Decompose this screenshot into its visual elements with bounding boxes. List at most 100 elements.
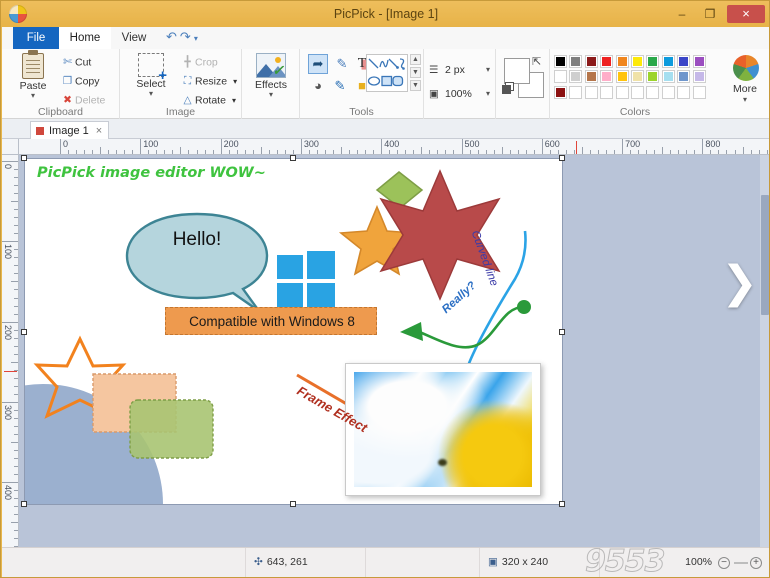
resize-handle-sw[interactable] xyxy=(21,501,27,507)
zoom-slider[interactable] xyxy=(734,562,748,564)
color-swatch[interactable] xyxy=(569,86,582,99)
tab-home[interactable]: Home xyxy=(59,27,111,49)
close-icon[interactable]: × xyxy=(96,125,102,137)
canvas-work-area[interactable]: PicPick image editor WOW~ Hello! Compati… xyxy=(19,155,770,547)
window-title: PicPick - [Image 1] xyxy=(1,1,770,27)
color-swatch[interactable] xyxy=(646,70,659,83)
layers-icon[interactable] xyxy=(502,85,511,94)
more-colors-caret-icon[interactable]: ▾ xyxy=(720,95,770,104)
color-swatch[interactable] xyxy=(693,70,706,83)
ruler-tick xyxy=(590,150,591,154)
color-swatch[interactable] xyxy=(600,70,613,83)
undo-icon[interactable]: ↶ xyxy=(166,29,180,44)
resize-handle-n[interactable] xyxy=(290,155,296,161)
tab-view[interactable]: View xyxy=(111,27,157,49)
zoom-in-button[interactable]: + xyxy=(750,557,762,569)
color-wheel-icon[interactable] xyxy=(733,55,759,81)
effects-button[interactable]: ✓ Effects ▾ xyxy=(246,53,296,98)
ruler-tick xyxy=(261,147,262,154)
color-swatch[interactable] xyxy=(569,70,582,83)
color-swatch[interactable] xyxy=(554,55,567,68)
color-swatch[interactable] xyxy=(662,86,675,99)
color-swatch-fill xyxy=(617,87,628,98)
color-swatch[interactable] xyxy=(662,55,675,68)
color-swatch[interactable] xyxy=(600,55,613,68)
resize-handle-e[interactable] xyxy=(559,329,565,335)
ribbon-group-more-colors: More ▾ xyxy=(720,49,770,119)
ruler-tick xyxy=(638,150,639,154)
ruler-tick xyxy=(108,150,109,154)
resize-handle-se[interactable] xyxy=(559,501,565,507)
color-swatch[interactable] xyxy=(677,70,690,83)
ribbon-group-colors: Colors xyxy=(550,49,720,119)
color-swatch[interactable] xyxy=(585,55,598,68)
color-swatch[interactable] xyxy=(600,86,613,99)
color-swatch[interactable] xyxy=(616,70,629,83)
color-swatch[interactable] xyxy=(585,86,598,99)
copy-button[interactable]: ❐Copy xyxy=(60,73,100,90)
opacity-control[interactable]: ▣100% ▾ xyxy=(429,85,472,103)
color-swatch[interactable] xyxy=(631,86,644,99)
canvas-vertical-scrollbar[interactable] xyxy=(760,155,770,547)
resize-button[interactable]: ⛶Resize▾ xyxy=(180,73,237,90)
scrollbar-thumb[interactable] xyxy=(761,195,769,315)
select-button[interactable]: Select ▾ xyxy=(126,53,176,97)
select-caret-icon[interactable]: ▾ xyxy=(126,90,176,97)
resize-caret-icon[interactable]: ▾ xyxy=(233,77,237,86)
color-swatch[interactable] xyxy=(677,86,690,99)
color-swatch[interactable] xyxy=(554,86,567,99)
maximize-button[interactable]: ❐ xyxy=(697,5,723,23)
opacity-caret-icon[interactable]: ▾ xyxy=(486,85,490,103)
photo-frame[interactable] xyxy=(345,363,541,496)
color-swatch[interactable] xyxy=(616,86,629,99)
color-swatch[interactable] xyxy=(693,55,706,68)
foreground-color-swatch[interactable] xyxy=(504,58,530,84)
shape-more-button[interactable]: ▼ xyxy=(410,80,421,91)
resize-handle-nw[interactable] xyxy=(21,155,27,161)
document-tab-image-1[interactable]: Image 1× xyxy=(30,121,109,139)
cut-button[interactable]: ✄Cut xyxy=(60,54,91,71)
fill-bucket-tool[interactable]: ◕ xyxy=(308,76,328,96)
ruler-tick xyxy=(188,150,189,154)
color-swatch[interactable] xyxy=(646,86,659,99)
redo-icon[interactable]: ↷ xyxy=(180,29,194,44)
color-swatch[interactable] xyxy=(662,70,675,83)
image-canvas[interactable]: PicPick image editor WOW~ Hello! Compati… xyxy=(25,159,562,504)
ruler-tick xyxy=(317,150,318,154)
color-swatch[interactable] xyxy=(646,55,659,68)
color-swatch[interactable] xyxy=(693,86,706,99)
color-swatch[interactable] xyxy=(554,70,567,83)
color-swatch[interactable] xyxy=(631,55,644,68)
ruler-tick xyxy=(14,209,18,210)
resize-handle-w[interactable] xyxy=(21,329,27,335)
color-swatch[interactable] xyxy=(616,55,629,68)
effects-caret-icon[interactable]: ▾ xyxy=(246,91,296,98)
tab-file[interactable]: File xyxy=(13,27,59,49)
line-width-caret-icon[interactable]: ▾ xyxy=(486,61,490,79)
ruler-tick xyxy=(92,150,93,154)
resize-handle-s[interactable] xyxy=(290,501,296,507)
paste-button[interactable]: Paste ▾ xyxy=(8,53,58,99)
next-image-chevron-icon[interactable]: ❯ xyxy=(721,261,758,305)
shape-scroll-down-button[interactable]: ▼ xyxy=(410,67,421,78)
color-swatch[interactable] xyxy=(585,70,598,83)
color-swatch[interactable] xyxy=(569,55,582,68)
line-width-control[interactable]: ☰2 px ▾ xyxy=(429,61,465,79)
rotate-caret-icon[interactable]: ▾ xyxy=(232,96,236,105)
chevron-down-icon[interactable]: ▾ xyxy=(194,34,201,43)
ruler-tick xyxy=(2,161,18,162)
select-move-tool[interactable]: ➦ xyxy=(308,54,328,74)
status-cursor-position: ✣643, 261 xyxy=(246,548,366,577)
paste-caret-icon[interactable]: ▾ xyxy=(8,92,58,99)
resize-handle-ne[interactable] xyxy=(559,155,565,161)
shape-picker[interactable] xyxy=(366,54,408,92)
pencil-tool[interactable]: ✎ xyxy=(330,76,350,96)
swap-colors-icon[interactable]: ⇱ xyxy=(532,55,541,68)
zoom-out-button[interactable]: − xyxy=(718,557,730,569)
color-swatch[interactable] xyxy=(631,70,644,83)
color-swatch[interactable] xyxy=(677,55,690,68)
more-colors-label[interactable]: More xyxy=(720,83,770,95)
close-button[interactable]: × xyxy=(727,5,765,23)
minimize-button[interactable]: – xyxy=(669,5,695,23)
shape-scroll-up-button[interactable]: ▲ xyxy=(410,54,421,65)
